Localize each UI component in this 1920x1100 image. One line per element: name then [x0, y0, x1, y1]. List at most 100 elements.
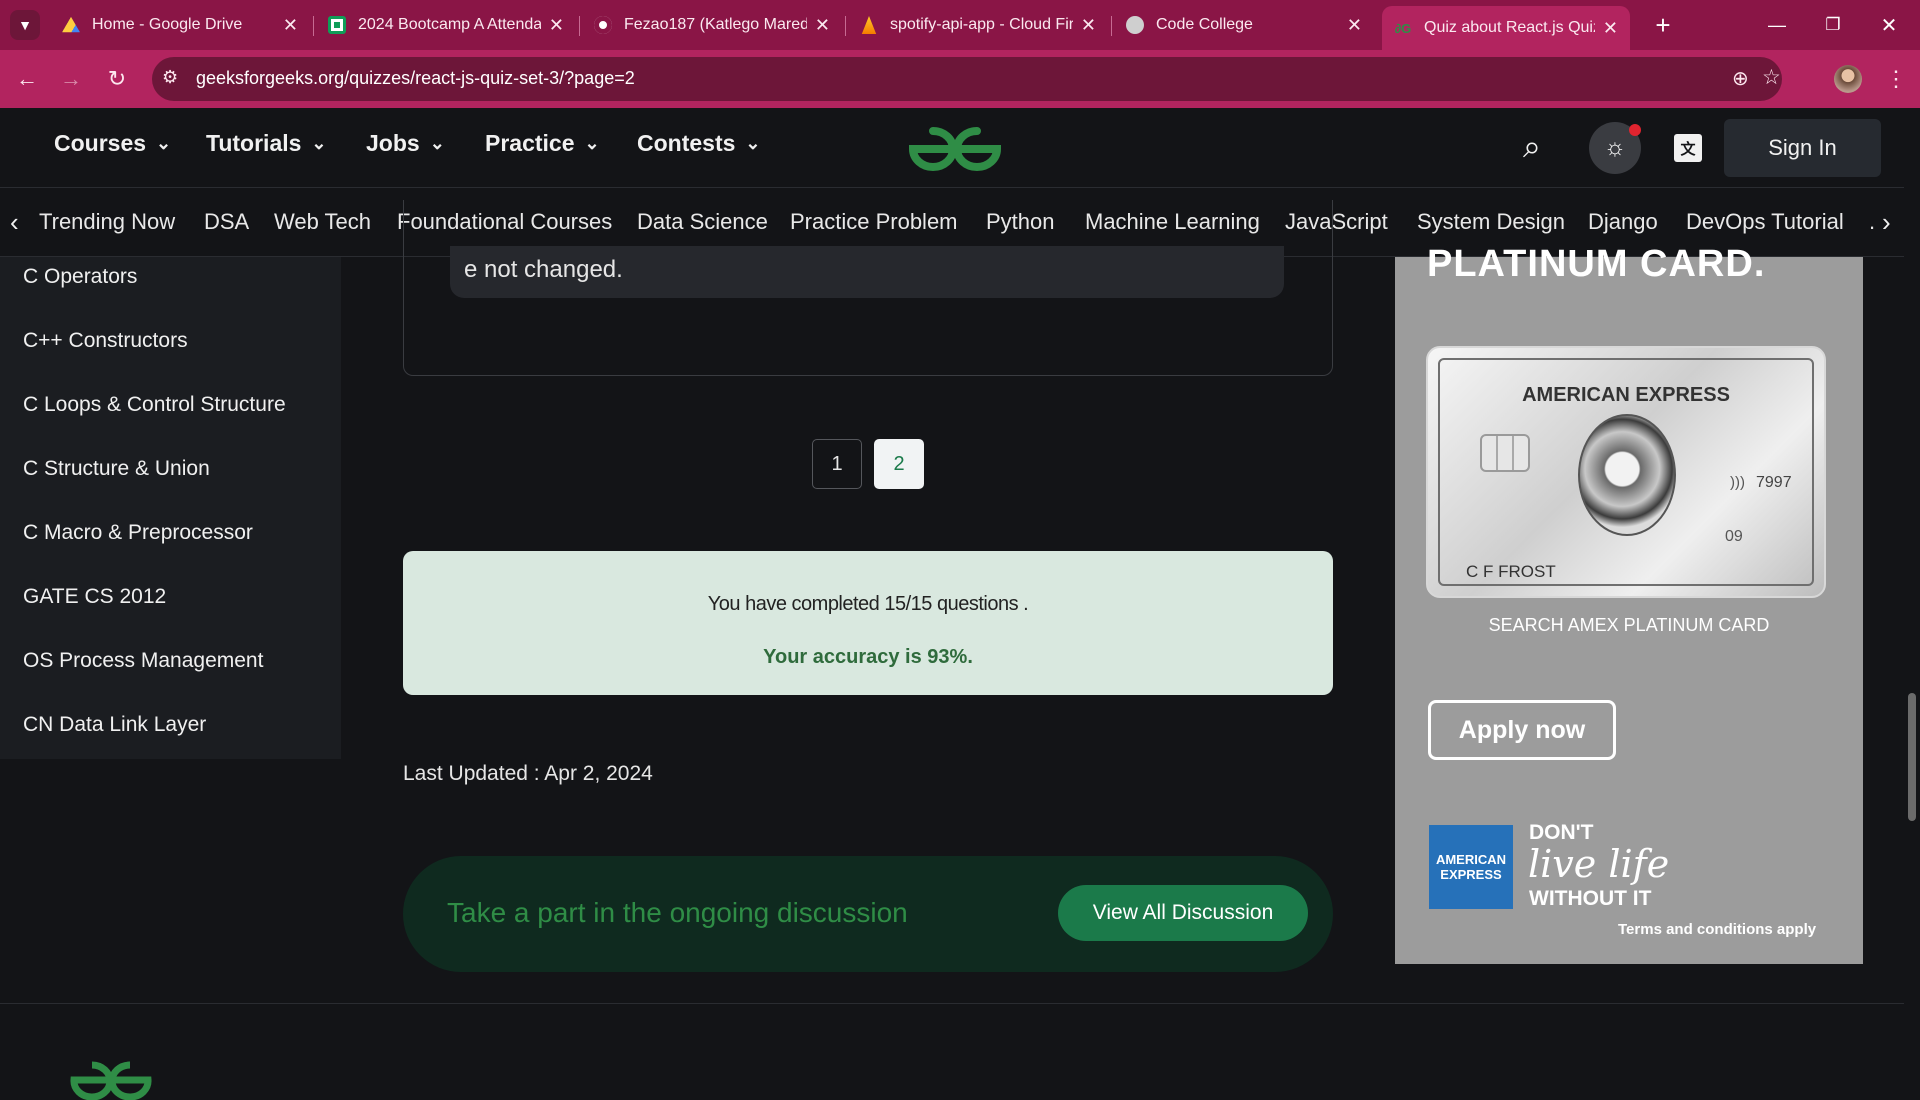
close-icon[interactable]: ✕	[283, 15, 298, 36]
subnav-item[interactable]: DSA	[204, 209, 249, 235]
amex-advertisement[interactable]: PLATINUM CARD. AMERICAN EXPRESS ))) 7997…	[1395, 243, 1863, 964]
translate-icon: 文	[1680, 140, 1696, 158]
nav-label: Contests	[637, 130, 736, 156]
browser-tab[interactable]: spotify-api-app - Cloud Fir ✕	[848, 6, 1108, 44]
subnav-item[interactable]: DevOps Tutorial	[1686, 209, 1844, 235]
chevron-right-icon[interactable]: ›	[1882, 207, 1891, 238]
close-icon: ✕	[1880, 14, 1898, 37]
sun-icon: ☼	[1604, 134, 1626, 161]
ad-headline: PLATINUM CARD.	[1427, 243, 1766, 285]
centurion-portrait	[1578, 414, 1676, 536]
back-button[interactable]: ←	[9, 61, 45, 97]
subnav-item[interactable]: System Design	[1417, 209, 1565, 235]
browser-menu-button[interactable]: ⋮	[1878, 61, 1914, 97]
arrow-right-icon: →	[60, 66, 82, 91]
more-dots: .	[1869, 209, 1876, 234]
logo-text: AMERICAN	[1435, 852, 1507, 867]
amex-logo: AMERICAN EXPRESS	[1429, 825, 1513, 909]
browser-tab[interactable]: 2024 Bootcamp A Attendan ✕	[316, 6, 576, 44]
card-expiry: 09	[1725, 528, 1743, 545]
bookmark-star-icon[interactable]: ☆	[1762, 65, 1781, 90]
browser-tab[interactable]: Fezao187 (Katlego Maredi) ✕	[582, 6, 842, 44]
browser-tab[interactable]: Code College ✕	[1114, 6, 1374, 44]
theme-toggle-button[interactable]: ☼	[1589, 122, 1641, 174]
gfg-icon: ∂G	[1394, 20, 1412, 36]
firebase-icon	[861, 16, 877, 34]
sign-in-label: Sign In	[1768, 135, 1837, 160]
browser-tab[interactable]: Home - Google Drive ✕	[50, 6, 310, 44]
sidebar-item[interactable]: CN Data Link Layer	[23, 713, 206, 737]
address-bar[interactable]: ⚙ geeksforgeeks.org/quizzes/react-js-qui…	[152, 57, 1782, 101]
profile-avatar[interactable]	[1834, 65, 1862, 93]
scrollbar-thumb[interactable]	[1908, 693, 1916, 821]
page-button[interactable]: 1	[812, 439, 862, 489]
page-button-active[interactable]: 2	[874, 439, 924, 489]
close-icon[interactable]: ✕	[549, 15, 564, 36]
subnav-item[interactable]: Web Tech	[274, 209, 371, 235]
sidebar-item[interactable]: C Operators	[23, 265, 137, 289]
close-icon[interactable]: ✕	[815, 15, 830, 36]
search-icon[interactable]: ⌕	[1523, 128, 1541, 166]
tab-separator	[313, 16, 314, 36]
logo-text: EXPRESS	[1440, 867, 1502, 882]
contactless-icon: )))	[1730, 474, 1745, 491]
page-number: 2	[893, 452, 905, 475]
chevron-down-icon: ⌄	[156, 133, 172, 153]
arrow-left-icon: ←	[16, 66, 38, 91]
minimize-button[interactable]: —	[1762, 10, 1792, 40]
site-header: Courses ⌄ Tutorials ⌄ Jobs ⌄ Practice ⌄ Cont…	[0, 108, 1904, 188]
page-number: 1	[831, 452, 843, 475]
nav-label: Practice	[485, 130, 575, 156]
tab-title: Quiz about React.js Quiz | S	[1424, 19, 1595, 36]
sidebar-item[interactable]: OS Process Management	[23, 649, 263, 673]
chevron-left-icon[interactable]: ‹	[10, 207, 19, 238]
close-window-button[interactable]: ✕	[1874, 10, 1904, 40]
nav-jobs[interactable]: Jobs ⌄	[366, 130, 445, 157]
restore-button[interactable]: ❐	[1818, 10, 1848, 40]
close-icon[interactable]: ✕	[1347, 15, 1362, 36]
apply-label: Apply now	[1458, 715, 1586, 744]
tab-title: Fezao187 (Katlego Maredi)	[624, 16, 807, 33]
page-scrollbar[interactable]	[1904, 108, 1920, 1080]
tab-search-button[interactable]: ▼	[10, 10, 40, 40]
reload-button[interactable]: ↻	[99, 61, 135, 97]
chevron-down-icon: ⌄	[745, 133, 761, 153]
view-all-discussion-button[interactable]: View All Discussion	[1058, 885, 1308, 941]
sidebar-item[interactable]: C Structure & Union	[23, 457, 210, 481]
sidebar-item[interactable]: C Loops & Control Structure	[23, 393, 286, 417]
apply-now-button[interactable]: Apply now	[1428, 700, 1616, 760]
forward-button[interactable]: →	[53, 61, 89, 97]
zoom-icon[interactable]: ⊕	[1732, 66, 1749, 91]
gfg-logo[interactable]	[905, 124, 1005, 174]
ad-search-text: SEARCH AMEX PLATINUM CARD	[1488, 615, 1770, 635]
sidebar-item[interactable]: C Macro & Preprocessor	[23, 521, 253, 545]
google-sheets-icon	[328, 16, 346, 34]
site-settings-icon[interactable]: ⚙	[162, 67, 178, 88]
subnav-item[interactable]: Trending Now	[39, 209, 175, 235]
sidebar-item[interactable]: C++ Constructors	[23, 329, 188, 353]
subnav-item[interactable]: Django	[1588, 209, 1658, 235]
new-tab-button[interactable]: +	[1648, 10, 1678, 40]
card-brand: AMERICAN EXPRESS	[1522, 384, 1730, 406]
nav-label: Jobs	[366, 130, 420, 156]
close-icon[interactable]: ✕	[1081, 15, 1096, 36]
close-icon[interactable]: ✕	[1603, 18, 1618, 39]
github-icon	[594, 16, 612, 34]
answer-option[interactable]: e not changed.	[450, 246, 1284, 298]
google-drive-icon	[62, 16, 80, 33]
nav-contests[interactable]: Contests ⌄	[637, 130, 761, 157]
translate-button[interactable]: 文	[1674, 134, 1702, 162]
nav-courses[interactable]: Courses ⌄	[54, 130, 171, 157]
sidebar-item[interactable]: GATE CS 2012	[23, 585, 166, 609]
tab-title: Home - Google Drive	[92, 16, 243, 33]
browser-tab-active[interactable]: ∂G Quiz about React.js Quiz | S ✕	[1382, 6, 1630, 50]
answer-text: e not changed.	[464, 256, 623, 283]
nav-practice[interactable]: Practice ⌄	[485, 130, 600, 157]
tab-title: 2024 Bootcamp A Attendan	[358, 16, 541, 33]
globe-icon	[1126, 16, 1144, 34]
chevron-down-icon: ⌄	[584, 133, 600, 153]
tab-separator	[845, 16, 846, 36]
nav-label: Tutorials	[206, 130, 302, 156]
nav-tutorials[interactable]: Tutorials ⌄	[206, 130, 327, 157]
sign-in-button[interactable]: Sign In	[1724, 119, 1881, 177]
